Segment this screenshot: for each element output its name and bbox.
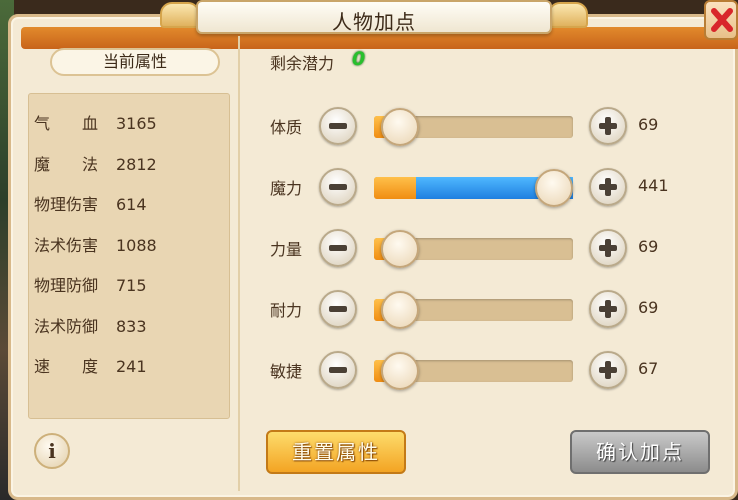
reset-attributes-button[interactable]: 重置属性	[266, 430, 406, 474]
plus-icon	[599, 300, 617, 318]
minus-icon	[329, 184, 347, 190]
decrease-button[interactable]	[319, 107, 357, 145]
window-title: 人物加点	[332, 10, 416, 34]
slider-knob[interactable]	[380, 108, 419, 146]
attribute-slider-track[interactable]	[374, 352, 573, 390]
increase-button[interactable]	[589, 107, 627, 145]
increase-button[interactable]	[589, 290, 627, 328]
slider-knob[interactable]	[535, 169, 573, 207]
current-attributes-header: 当前属性	[50, 48, 220, 76]
attribute-slider-track[interactable]	[374, 169, 573, 207]
plus-icon	[599, 361, 617, 379]
plus-icon	[599, 117, 617, 135]
slider-knob[interactable]	[380, 352, 419, 390]
title-ornament-right	[548, 2, 588, 28]
decrease-button[interactable]	[319, 168, 357, 206]
minus-icon	[329, 123, 347, 129]
attribute-row: 耐力 69	[0, 287, 738, 331]
close-button[interactable]	[704, 0, 738, 40]
attribute-row: 魔力 441	[0, 165, 738, 209]
confirm-points-button[interactable]: 确认加点	[570, 430, 710, 474]
info-button[interactable]: i	[34, 433, 70, 469]
title-plate: 人物加点	[196, 0, 552, 34]
decrease-button[interactable]	[319, 229, 357, 267]
attribute-slider-track[interactable]	[374, 230, 573, 268]
attribute-value: 441	[638, 176, 669, 195]
increase-button[interactable]	[589, 229, 627, 267]
remaining-potential-label: 剩余潜力	[270, 54, 335, 73]
attribute-label: 耐力	[270, 301, 303, 320]
attribute-value: 69	[638, 115, 659, 134]
slider-knob[interactable]	[380, 291, 419, 329]
minus-icon	[329, 367, 347, 373]
remaining-potential-value: 0	[352, 48, 366, 70]
attribute-label: 魔力	[270, 179, 303, 198]
decrease-button[interactable]	[319, 290, 357, 328]
plus-icon	[599, 178, 617, 196]
decrease-button[interactable]	[319, 351, 357, 389]
increase-button[interactable]	[589, 168, 627, 206]
minus-icon	[329, 306, 347, 312]
close-icon	[711, 8, 733, 32]
attribute-row: 敏捷 67	[0, 348, 738, 392]
info-icon: i	[48, 439, 56, 463]
attribute-value: 69	[638, 237, 659, 256]
increase-button[interactable]	[589, 351, 627, 389]
attribute-row: 体质 69	[0, 104, 738, 148]
attribute-value: 67	[638, 359, 659, 378]
attribute-row: 力量 69	[0, 226, 738, 270]
plus-icon	[599, 239, 617, 257]
slider-knob[interactable]	[380, 230, 419, 268]
attribute-slider-track[interactable]	[374, 108, 573, 146]
attribute-label: 敏捷	[270, 362, 303, 381]
attribute-label: 体质	[270, 118, 303, 137]
minus-icon	[329, 245, 347, 251]
attribute-label: 力量	[270, 240, 303, 259]
base-points-fill	[374, 177, 416, 199]
attribute-slider-track[interactable]	[374, 291, 573, 329]
attribute-value: 69	[638, 298, 659, 317]
title-ornament-left	[160, 2, 200, 28]
